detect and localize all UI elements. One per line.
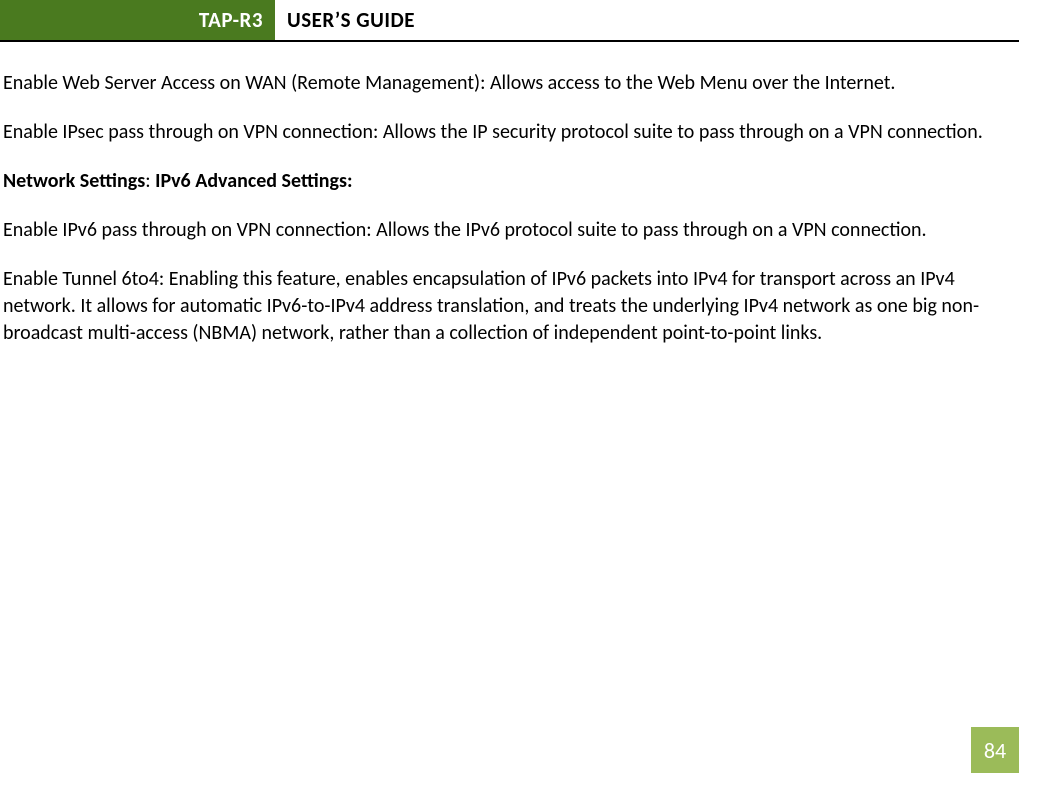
- section-heading-sep: :: [145, 169, 155, 193]
- document-header: TAP-R3 USER’S GUIDE: [0, 0, 1019, 42]
- paragraph-web-server-access: Enable Web Server Access on WAN (Remote …: [3, 70, 1019, 97]
- page-number-value: 84: [984, 737, 1006, 764]
- product-name: TAP-R3: [199, 7, 263, 33]
- section-heading-ipv6: Network Settings: IPv6 Advanced Settings…: [3, 168, 1019, 195]
- paragraph-ipv6-passthrough: Enable IPv6 pass through on VPN connecti…: [3, 217, 1019, 244]
- section-heading-part1: Network Settings: [3, 169, 145, 193]
- paragraph-tunnel-6to4: Enable Tunnel 6to4: Enabling this featur…: [3, 266, 1019, 347]
- paragraph-ipsec-passthrough: Enable IPsec pass through on VPN connect…: [3, 119, 1019, 146]
- document-title: USER’S GUIDE: [275, 0, 415, 40]
- page-number: 84: [971, 727, 1019, 773]
- document-body: Enable Web Server Access on WAN (Remote …: [0, 42, 1041, 347]
- section-heading-part2: IPv6 Advanced Settings:: [155, 169, 352, 193]
- product-badge: TAP-R3: [0, 0, 275, 40]
